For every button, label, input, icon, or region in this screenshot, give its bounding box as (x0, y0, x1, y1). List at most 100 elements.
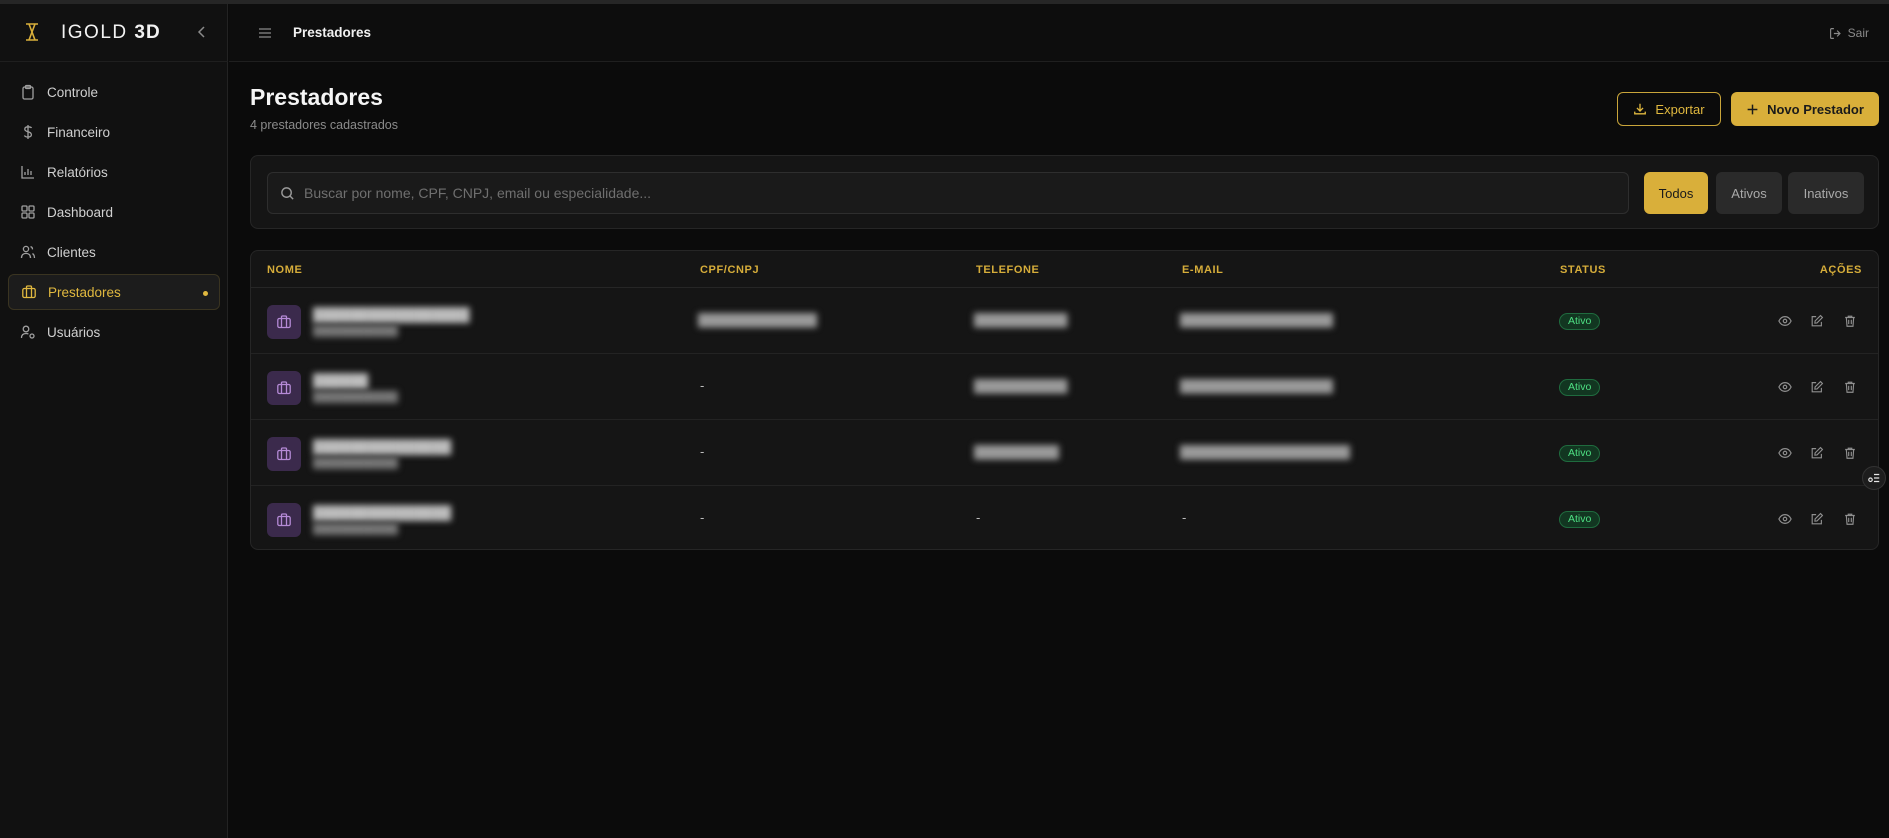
filter-todos-button[interactable]: Todos (1644, 172, 1708, 214)
brand: IGOLD 3D (0, 4, 228, 62)
floating-toggle-icon[interactable] (1862, 466, 1886, 490)
filter-card: Todos Ativos Inativos (250, 155, 1879, 229)
row-document: - (700, 510, 705, 525)
filter-ativos-button[interactable]: Ativos (1716, 172, 1782, 214)
row-email: - (1182, 510, 1187, 525)
users-icon (20, 244, 36, 260)
row-name: ███████████████ (313, 439, 452, 454)
column-header-email[interactable]: E-MAIL (1182, 264, 1223, 276)
row-name: ██████ (313, 373, 369, 388)
menu-icon[interactable] (257, 25, 273, 41)
export-label: Exportar (1655, 101, 1705, 117)
sidebar-item-controle[interactable]: Controle (8, 74, 220, 110)
sidebar-item-financeiro[interactable]: Financeiro (8, 114, 220, 150)
active-indicator-dot (203, 291, 208, 296)
sidebar: IGOLD 3D Controle Financeiro Relatórios … (0, 4, 228, 838)
sidebar-item-relatorios[interactable]: Relatórios (8, 154, 220, 190)
column-header-telefone[interactable]: TELEFONE (976, 264, 1039, 276)
status-badge: Ativo (1559, 511, 1601, 528)
table-row[interactable]: ███████████████ ████████████ - - - Ativo (251, 486, 1878, 549)
top-header: Prestadores Sair (229, 4, 1889, 62)
dollar-icon (20, 124, 36, 140)
row-name: █████████████████ (313, 307, 470, 322)
table-row[interactable]: ███████████████ ████████████ - █████████… (251, 420, 1878, 486)
search-icon (281, 187, 294, 200)
table-row[interactable]: █████████████████ ████████████ █████████… (251, 288, 1878, 354)
column-header-status[interactable]: STATUS (1560, 264, 1606, 276)
plus-icon (1747, 104, 1758, 114)
sidebar-item-label: Clientes (47, 244, 96, 260)
row-phone: ███████████ (974, 379, 1068, 393)
row-document: - (700, 378, 705, 393)
row-email: ██████████████████ (1180, 313, 1334, 327)
logo-icon (26, 23, 38, 41)
briefcase-avatar-icon (267, 437, 301, 471)
briefcase-avatar-icon (267, 503, 301, 537)
sidebar-item-label: Prestadores (48, 284, 121, 300)
bar-chart-icon (20, 164, 36, 180)
breadcrumb: Prestadores (293, 25, 372, 40)
trash-icon[interactable] (1842, 511, 1858, 527)
sidebar-item-prestadores[interactable]: Prestadores (8, 274, 220, 310)
row-email: ██████████████████ (1180, 379, 1334, 393)
download-icon (1634, 103, 1647, 115)
row-phone: ██████████ (974, 445, 1060, 459)
sidebar-item-label: Relatórios (47, 164, 108, 180)
logout-button[interactable]: Sair (1829, 26, 1869, 40)
logout-icon (1829, 27, 1841, 39)
row-name-sub: ████████████ (313, 524, 399, 535)
table-row[interactable]: ██████ ████████████ - ███████████ ██████… (251, 354, 1878, 420)
sidebar-item-label: Controle (47, 84, 99, 100)
column-header-nome[interactable]: NOME (267, 264, 302, 276)
user-cog-icon (20, 324, 36, 340)
row-phone: - (976, 510, 981, 525)
brand-name: IGOLD 3D (61, 22, 161, 43)
row-name-sub: ████████████ (313, 326, 399, 337)
view-eye-icon[interactable] (1777, 511, 1793, 527)
page-title: Prestadores (250, 84, 383, 110)
edit-icon[interactable] (1809, 445, 1825, 461)
chevron-left-icon[interactable] (194, 24, 210, 40)
column-header-acoes: AÇÕES (1819, 264, 1862, 276)
edit-icon[interactable] (1809, 511, 1825, 527)
sidebar-item-label: Dashboard (47, 204, 114, 220)
sidebar-item-label: Financeiro (47, 124, 111, 140)
view-eye-icon[interactable] (1777, 313, 1793, 329)
edit-icon[interactable] (1809, 379, 1825, 395)
briefcase-icon (21, 284, 37, 300)
filter-inativos-button[interactable]: Inativos (1788, 172, 1864, 214)
clipboard-icon (20, 84, 36, 100)
row-phone: ███████████ (974, 313, 1068, 327)
grid-icon (20, 204, 36, 220)
prestadores-table: NOME CPF/CNPJ TELEFONE E-MAIL STATUS AÇÕ… (250, 250, 1879, 550)
trash-icon[interactable] (1842, 313, 1858, 329)
sidebar-item-clientes[interactable]: Clientes (8, 234, 220, 270)
table-header: NOME CPF/CNPJ TELEFONE E-MAIL STATUS AÇÕ… (251, 251, 1878, 288)
search-box (267, 172, 1629, 214)
sidebar-item-usuarios[interactable]: Usuários (8, 314, 220, 350)
sidebar-item-label: Usuários (47, 324, 101, 340)
briefcase-avatar-icon (267, 371, 301, 405)
status-badge: Ativo (1559, 313, 1601, 330)
row-name-sub: ████████████ (313, 458, 399, 469)
view-eye-icon[interactable] (1777, 445, 1793, 461)
status-badge: Ativo (1559, 445, 1601, 462)
row-document: - (700, 444, 705, 459)
new-prestador-button[interactable]: Novo Prestador (1731, 92, 1879, 126)
row-name: ███████████████ (313, 505, 452, 520)
search-input[interactable] (304, 173, 1614, 213)
column-header-cpf-cnpj[interactable]: CPF/CNPJ (700, 264, 759, 276)
view-eye-icon[interactable] (1777, 379, 1793, 395)
new-prestador-label: Novo Prestador (1767, 101, 1864, 117)
export-button[interactable]: Exportar (1617, 92, 1721, 126)
edit-icon[interactable] (1809, 313, 1825, 329)
status-badge: Ativo (1559, 379, 1601, 396)
row-name-sub: ████████████ (313, 392, 399, 403)
row-email: ████████████████████ (1180, 445, 1351, 459)
sidebar-nav: Controle Financeiro Relatórios Dashboard… (8, 74, 220, 354)
briefcase-avatar-icon (267, 305, 301, 339)
trash-icon[interactable] (1842, 379, 1858, 395)
logout-label: Sair (1847, 26, 1869, 40)
trash-icon[interactable] (1842, 445, 1858, 461)
sidebar-item-dashboard[interactable]: Dashboard (8, 194, 220, 230)
